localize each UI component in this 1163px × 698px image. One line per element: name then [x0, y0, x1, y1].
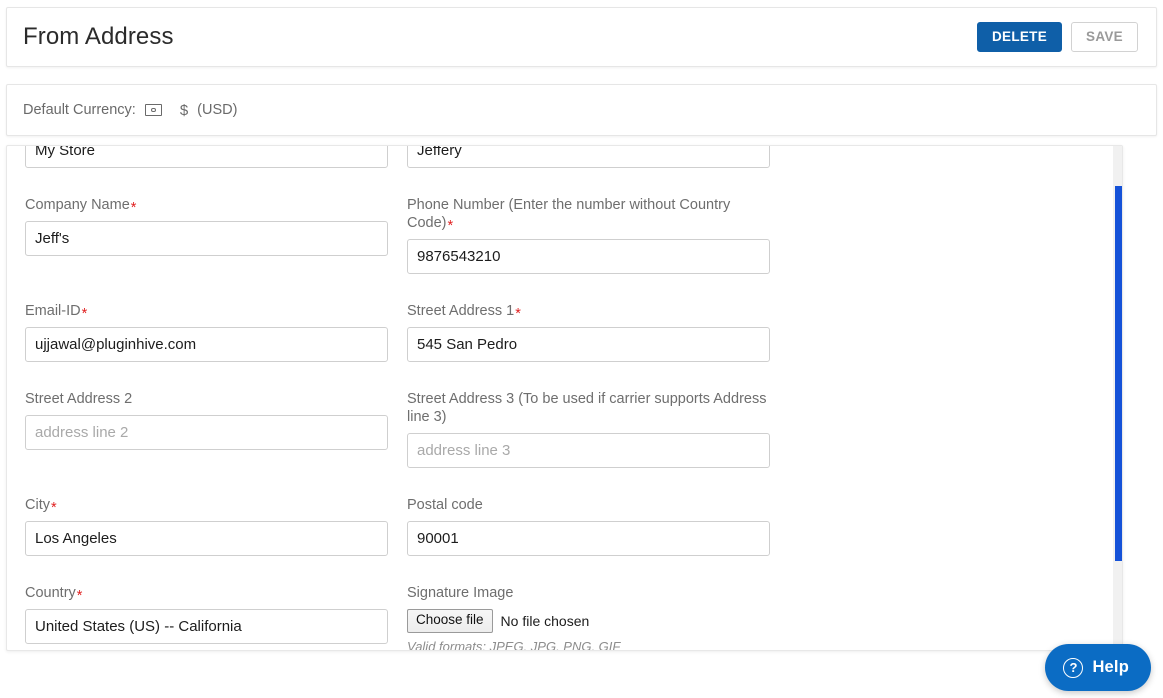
phone-number-input[interactable]: [407, 239, 770, 274]
country-label: Country*: [25, 585, 83, 604]
field-phone-number: Phone Number (Enter the number without C…: [407, 196, 770, 274]
app-root: From Address DELETE SAVE Default Currenc…: [0, 0, 1163, 698]
choose-file-button[interactable]: Choose file: [407, 609, 493, 633]
banknote-icon: [144, 104, 162, 116]
required-marker: *: [515, 306, 521, 322]
help-widget-button[interactable]: ? Help: [1045, 644, 1151, 691]
currency-symbol: $: [179, 101, 189, 119]
form-scrollbar-track[interactable]: [1113, 146, 1122, 650]
form-scrollbar-thumb[interactable]: [1115, 186, 1122, 561]
field-city: City*: [25, 496, 388, 556]
form-row-names: [25, 146, 1106, 168]
field-email-id: Email-ID*: [25, 302, 388, 362]
postal-code-input[interactable]: [407, 521, 770, 556]
field-postal-code: Postal code: [407, 496, 770, 556]
required-marker: *: [81, 306, 88, 322]
signature-image-file-row[interactable]: Choose file No file chosen: [407, 609, 770, 633]
first-name-input[interactable]: [407, 146, 770, 168]
question-circle-icon: ?: [1063, 657, 1084, 678]
street-address-2-label: Street Address 2: [25, 391, 133, 407]
company-name-label: Company Name*: [25, 197, 137, 216]
delete-button[interactable]: DELETE: [976, 21, 1063, 53]
form-row-company-phone: Company Name* Phone Number (Enter the nu…: [25, 196, 1106, 274]
street-address-2-input[interactable]: [25, 415, 388, 450]
phone-number-label: Phone Number (Enter the number without C…: [407, 197, 731, 234]
default-currency-bar: Default Currency: $ (USD): [6, 84, 1157, 136]
page-title: From Address: [23, 23, 174, 50]
address-form: Company Name* Phone Number (Enter the nu…: [7, 146, 1122, 651]
field-first-name: [407, 146, 770, 168]
form-row-country-signature: Country* Signature Image Choose file No …: [25, 584, 1106, 651]
save-button[interactable]: SAVE: [1071, 21, 1138, 53]
field-street-address-2: Street Address 2: [25, 390, 388, 468]
currency-code: (USD): [197, 102, 238, 118]
field-street-address-1: Street Address 1*: [407, 302, 770, 362]
field-country: Country*: [25, 584, 388, 650]
help-widget-label: Help: [1092, 658, 1129, 676]
email-id-label: Email-ID*: [25, 303, 88, 322]
page-header: From Address DELETE SAVE: [6, 7, 1157, 67]
street-address-1-label: Street Address 1*: [407, 303, 521, 322]
company-name-input[interactable]: [25, 221, 388, 256]
form-row-street2-street3: Street Address 2 Street Address 3 (To be…: [25, 390, 1106, 468]
form-row-city-postal: City* Postal code: [25, 496, 1106, 556]
signature-image-label: Signature Image: [407, 585, 514, 601]
header-actions: DELETE SAVE: [976, 21, 1138, 53]
required-marker: *: [130, 200, 137, 216]
city-input[interactable]: [25, 521, 388, 556]
postal-code-label: Postal code: [407, 497, 483, 513]
address-form-panel: Company Name* Phone Number (Enter the nu…: [6, 145, 1123, 651]
no-file-chosen-text: No file chosen: [500, 613, 590, 629]
field-store-name: [25, 146, 388, 168]
field-company-name: Company Name*: [25, 196, 388, 274]
required-marker: *: [447, 218, 454, 234]
default-currency-label: Default Currency:: [23, 102, 136, 118]
form-row-email-street1: Email-ID* Street Address 1*: [25, 302, 1106, 362]
street-address-1-input[interactable]: [407, 327, 770, 362]
field-signature-image: Signature Image Choose file No file chos…: [407, 584, 770, 651]
city-label: City*: [25, 497, 57, 516]
email-id-input[interactable]: [25, 327, 388, 362]
street-address-3-input[interactable]: [407, 433, 770, 468]
field-street-address-3: Street Address 3 (To be used if carrier …: [407, 390, 770, 468]
signature-image-formats-hint: Valid formats: JPEG, JPG, PNG, GIF: [407, 639, 621, 651]
required-marker: *: [76, 588, 83, 604]
street-address-3-label: Street Address 3 (To be used if carrier …: [407, 391, 767, 425]
store-name-input[interactable]: [25, 146, 388, 168]
country-select[interactable]: [25, 609, 388, 644]
required-marker: *: [50, 500, 57, 516]
